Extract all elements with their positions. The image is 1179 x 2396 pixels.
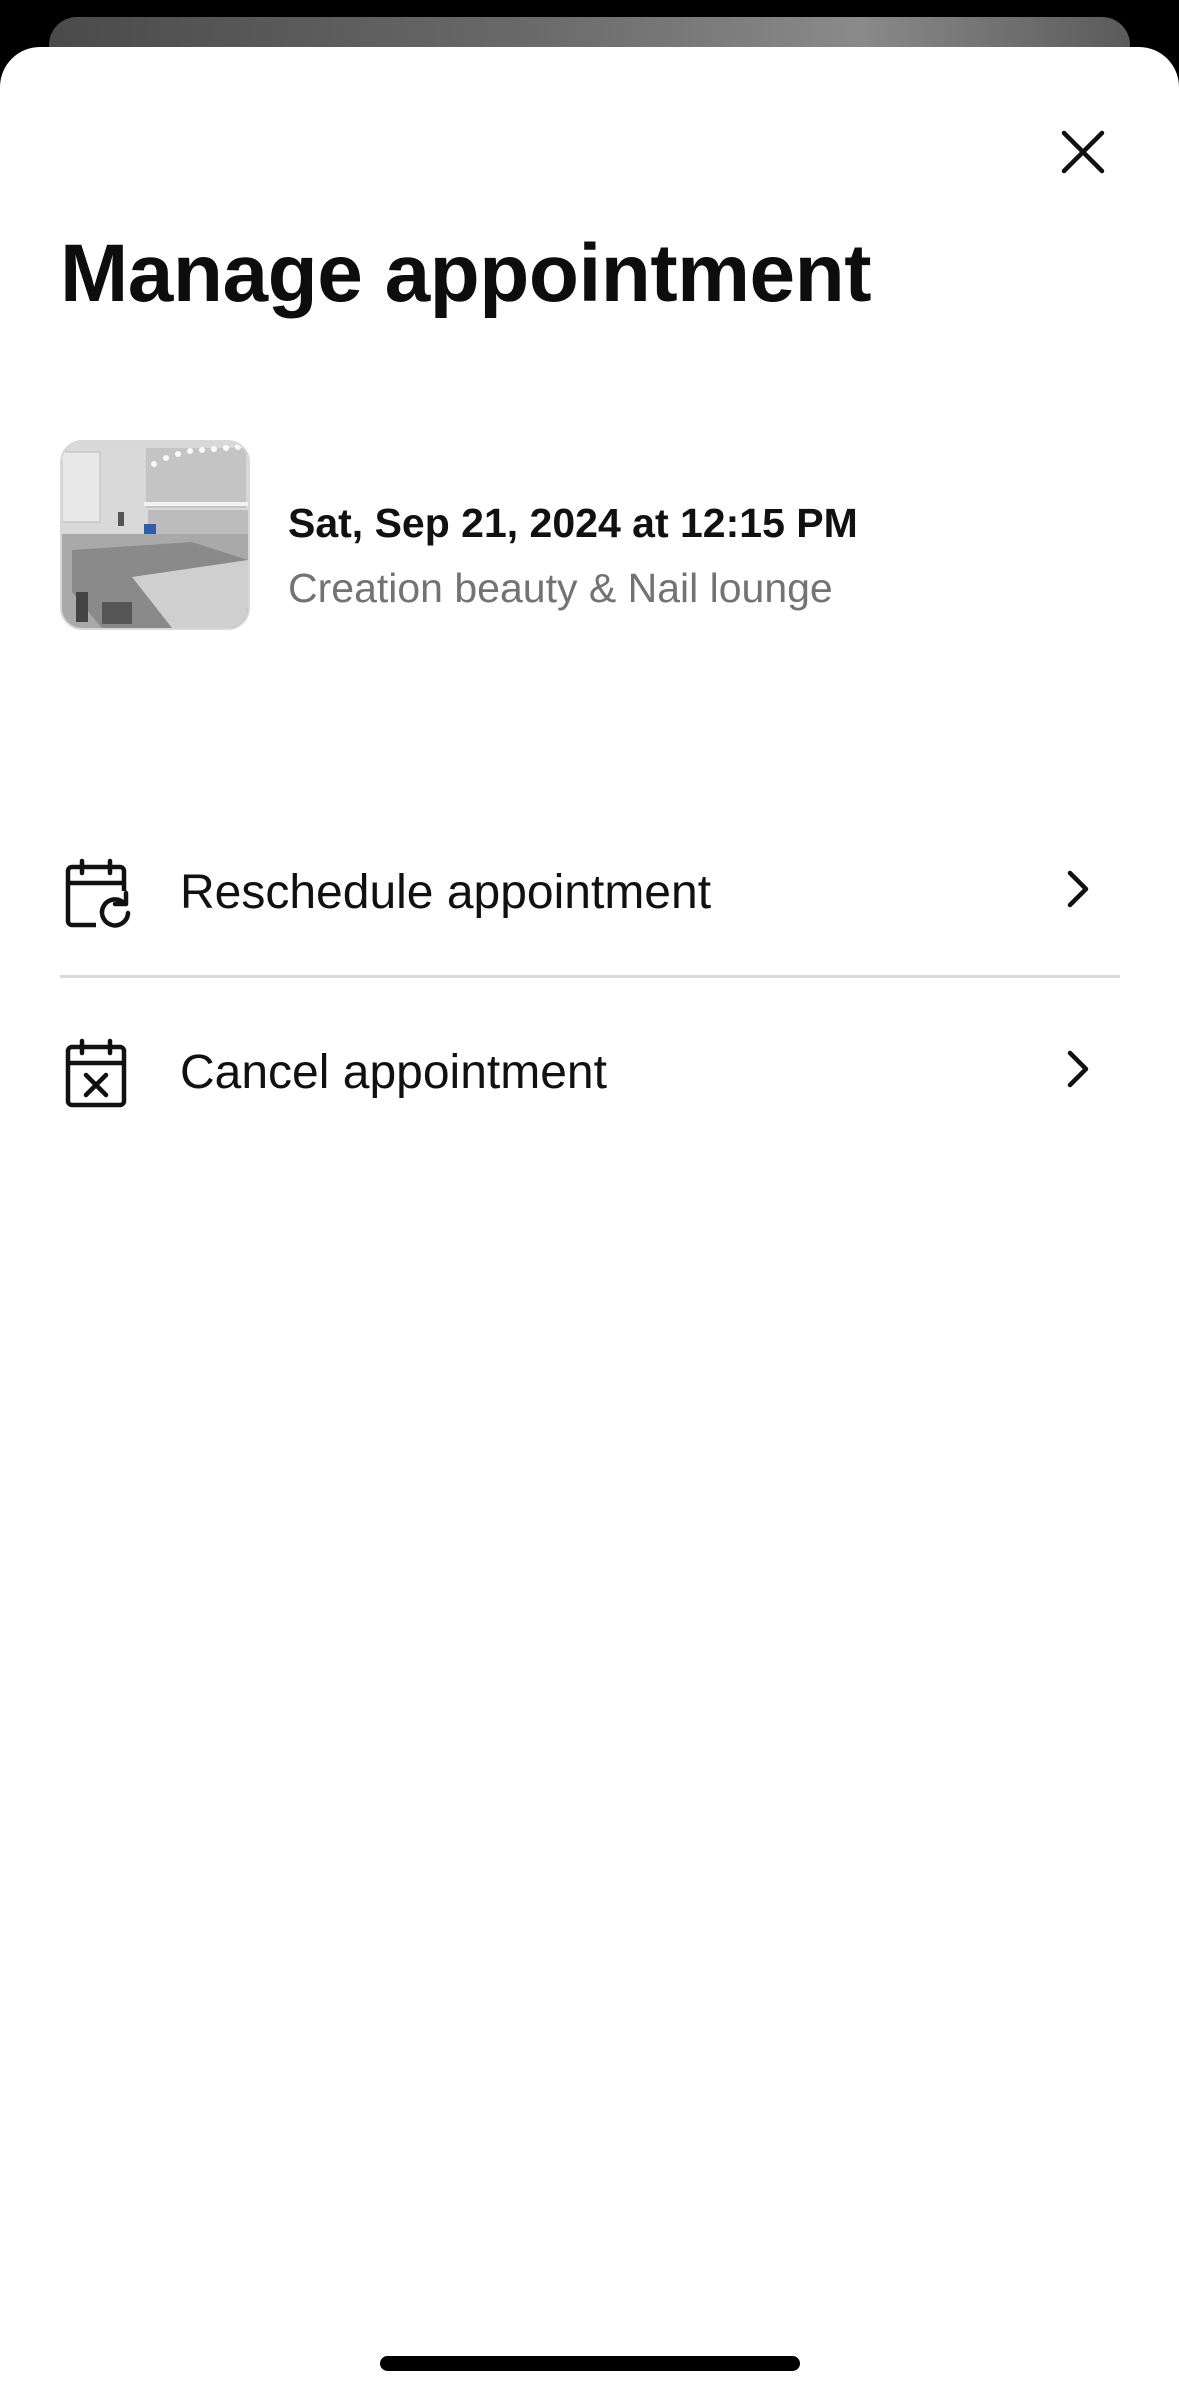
appointment-summary: Sat, Sep 21, 2024 at 12:15 PM Creation b… (60, 440, 1120, 630)
close-icon (1061, 130, 1105, 174)
cancel-appointment-label: Cancel appointment (180, 1046, 607, 1099)
chevron-right-icon (1067, 1050, 1089, 1088)
salon-thumbnail (60, 440, 250, 630)
home-indicator (380, 2356, 800, 2371)
close-button[interactable] (1050, 119, 1116, 185)
cancel-appointment-row[interactable]: Cancel appointment (60, 1009, 1120, 1129)
reschedule-appointment-label: Reschedule appointment (180, 866, 712, 919)
appointment-datetime: Sat, Sep 21, 2024 at 12:15 PM (288, 500, 858, 546)
calendar-x-icon (65, 1038, 127, 1108)
reschedule-appointment-row[interactable]: Reschedule appointment (60, 829, 1120, 949)
manage-appointment-sheet: Manage appointment Sat, Sep 21, 2024 at … (0, 47, 1179, 2396)
appointment-venue: Creation beauty & Nail lounge (288, 565, 833, 611)
divider (60, 975, 1120, 978)
page-title: Manage appointment (60, 228, 872, 319)
chevron-right-icon (1067, 870, 1089, 908)
calendar-refresh-icon (65, 858, 131, 928)
